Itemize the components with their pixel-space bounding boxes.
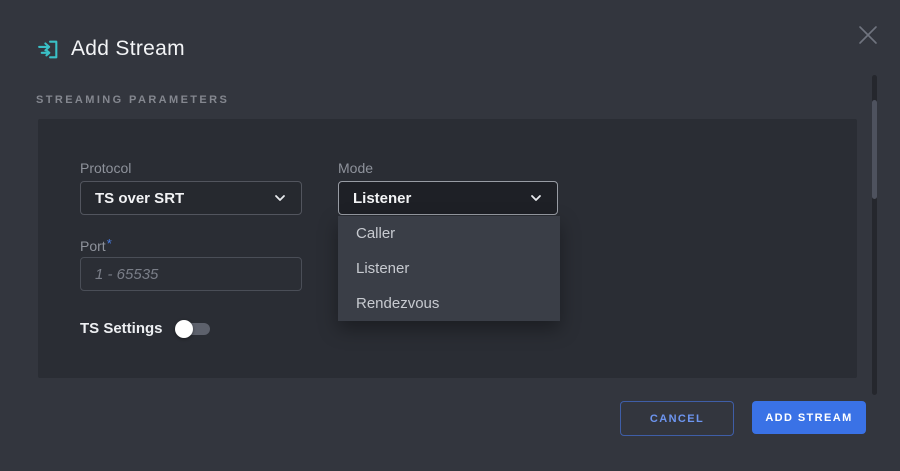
protocol-label-text: Protocol [80,160,131,176]
modal-title: Add Stream [71,37,185,61]
required-asterisk: * [107,236,112,251]
section-header-streaming-parameters: STREAMING PARAMETERS [36,94,229,106]
port-label: Port* [80,236,112,254]
add-stream-modal: Add Stream STREAMING PARAMETERS Protocol… [0,0,900,471]
mode-option-rendezvous[interactable]: Rendezvous [338,286,560,321]
mode-dropdown-menu: Caller Listener Rendezvous [338,216,560,321]
mode-label-text: Mode [338,160,373,176]
mode-selected-value: Listener [353,190,411,207]
scrollbar-track[interactable] [872,75,877,395]
port-input[interactable] [80,257,302,291]
toggle-knob [175,320,193,338]
close-icon[interactable] [857,24,879,46]
mode-option-listener[interactable]: Listener [338,251,560,286]
ts-settings-toggle[interactable] [176,323,210,335]
streaming-parameters-panel: Protocol TS over SRT Mode Listener Calle… [38,119,857,378]
port-label-text: Port [80,238,106,254]
chevron-down-icon [529,191,543,205]
add-stream-button[interactable]: ADD STREAM [752,401,866,434]
chevron-down-icon [273,191,287,205]
scrollbar-thumb[interactable] [872,100,877,199]
protocol-label: Protocol [80,160,131,176]
add-stream-icon [36,37,61,62]
mode-option-caller[interactable]: Caller [338,216,560,251]
mode-label: Mode [338,160,373,176]
cancel-button[interactable]: CANCEL [620,401,734,436]
ts-settings-label: TS Settings [80,320,163,337]
mode-select[interactable]: Listener [338,181,558,215]
protocol-select[interactable]: TS over SRT [80,181,302,215]
ts-settings-row: TS Settings [80,320,210,337]
protocol-selected-value: TS over SRT [95,190,184,207]
